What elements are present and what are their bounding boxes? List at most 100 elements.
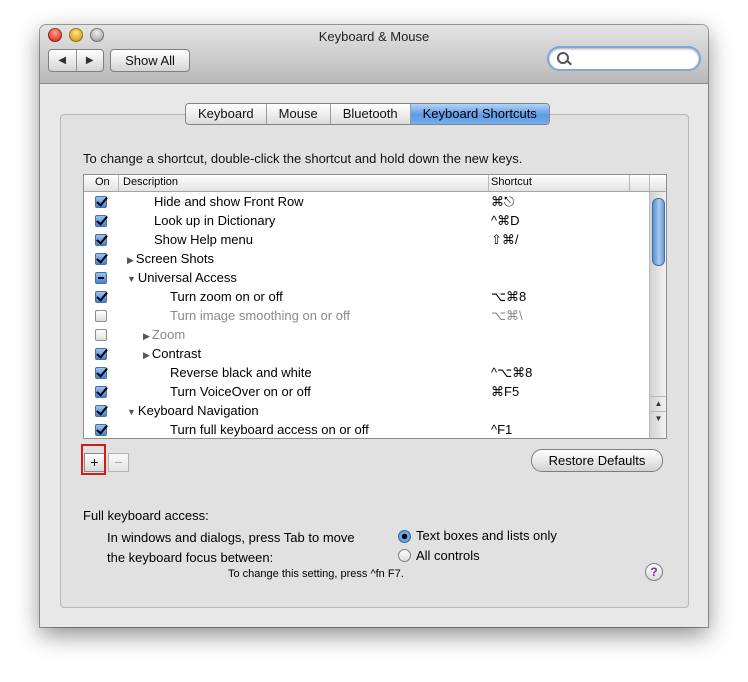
row-enabled-checkbox[interactable] bbox=[95, 348, 107, 360]
scroll-down-arrow-icon[interactable]: ▼ bbox=[650, 411, 666, 426]
window-title: Keyboard & Mouse bbox=[318, 29, 430, 44]
table-row[interactable]: Turn VoiceOver on or off ⌘F5 bbox=[84, 383, 649, 402]
search-input[interactable] bbox=[573, 50, 695, 68]
show-all-button[interactable]: Show All bbox=[110, 49, 190, 72]
table-row[interactable]: Turn full keyboard access on or off ^F1 bbox=[84, 421, 649, 438]
row-shortcut[interactable]: ^⌘D bbox=[491, 213, 520, 229]
row-enabled-checkbox[interactable] bbox=[95, 405, 107, 417]
restore-defaults-button[interactable]: Restore Defaults bbox=[531, 449, 663, 472]
table-row[interactable]: ▶ Contrast bbox=[84, 345, 649, 364]
table-header: On Description Shortcut bbox=[84, 175, 666, 192]
row-description: ▶ Contrast bbox=[143, 346, 201, 361]
disclosure-collapsed-icon[interactable]: ▶ bbox=[127, 255, 134, 265]
full-keyboard-access-label: Full keyboard access: bbox=[83, 508, 209, 523]
radio-text-boxes-lists-only[interactable] bbox=[398, 530, 411, 543]
table-row[interactable]: Turn zoom on or off ⌥⌘8 bbox=[84, 288, 649, 307]
forward-arrow-icon[interactable]: ▶ bbox=[77, 50, 104, 71]
tab-mouse[interactable]: Mouse bbox=[267, 104, 331, 124]
radio-all-controls[interactable] bbox=[398, 549, 411, 562]
remove-shortcut-button[interactable]: − bbox=[108, 453, 129, 472]
row-description: Turn full keyboard access on or off bbox=[170, 422, 369, 437]
preferences-window: Keyboard & Mouse ◀ ▶ Show All Keyboard M… bbox=[40, 25, 708, 627]
table-row[interactable]: Look up in Dictionary ^⌘D bbox=[84, 212, 649, 231]
row-enabled-checkbox[interactable] bbox=[95, 310, 107, 322]
row-enabled-checkbox[interactable] bbox=[95, 424, 107, 436]
row-shortcut[interactable]: ⌘⎋ bbox=[491, 194, 514, 210]
table-row[interactable]: Show Help menu ⇧⌘/ bbox=[84, 231, 649, 250]
row-description-text: Zoom bbox=[151, 327, 186, 342]
help-icon[interactable]: ? bbox=[645, 563, 663, 581]
column-header-on[interactable]: On bbox=[95, 176, 110, 188]
row-description-text: Screen Shots bbox=[135, 251, 214, 266]
table-row[interactable]: Reverse black and white ^⌥⌘8 bbox=[84, 364, 649, 383]
row-description-text: Keyboard Navigation bbox=[137, 403, 259, 418]
table-row[interactable]: ▼ Universal Access bbox=[84, 269, 649, 288]
table-row[interactable]: Turn image smoothing on or off ⌥⌘\ bbox=[84, 307, 649, 326]
row-enabled-checkbox[interactable] bbox=[95, 272, 107, 284]
row-enabled-checkbox[interactable] bbox=[95, 234, 107, 246]
row-enabled-checkbox[interactable] bbox=[95, 329, 107, 341]
row-description: ▶ Screen Shots bbox=[127, 251, 214, 266]
row-description: Look up in Dictionary bbox=[154, 213, 275, 228]
row-description-text: Look up in Dictionary bbox=[154, 213, 276, 228]
row-description-text: Turn image smoothing on or off bbox=[170, 308, 350, 323]
table-row[interactable]: ▶ Zoom bbox=[84, 326, 649, 345]
row-description: ▼ Universal Access bbox=[127, 270, 237, 285]
disclosure-collapsed-icon[interactable]: ▶ bbox=[143, 331, 150, 341]
scrollbar-thumb[interactable] bbox=[652, 198, 665, 266]
full-keyboard-access-description: In windows and dialogs, press Tab to mov… bbox=[107, 528, 355, 568]
row-description: ▶ Zoom bbox=[143, 327, 185, 342]
row-description-text: Turn VoiceOver on or off bbox=[170, 384, 311, 399]
tab-bluetooth[interactable]: Bluetooth bbox=[331, 104, 411, 124]
tab-keyboard-shortcuts[interactable]: Keyboard Shortcuts bbox=[410, 104, 549, 124]
table-row[interactable]: ▶ Screen Shots bbox=[84, 250, 649, 269]
row-enabled-checkbox[interactable] bbox=[95, 215, 107, 227]
row-shortcut[interactable]: ⇧⌘/ bbox=[491, 232, 519, 248]
back-arrow-icon[interactable]: ◀ bbox=[49, 50, 77, 71]
disclosure-expanded-icon[interactable]: ▼ bbox=[127, 407, 136, 417]
row-description: Hide and show Front Row bbox=[154, 194, 304, 209]
row-description-text: Turn zoom on or off bbox=[170, 289, 283, 304]
row-description: Turn VoiceOver on or off bbox=[170, 384, 311, 399]
search-field[interactable] bbox=[549, 48, 699, 69]
row-shortcut[interactable]: ^F1 bbox=[491, 422, 512, 437]
column-header-shortcut[interactable]: Shortcut bbox=[491, 176, 532, 188]
fka-description-line1: In windows and dialogs, press Tab to mov… bbox=[107, 530, 355, 545]
row-description: Turn zoom on or off bbox=[170, 289, 283, 304]
table-row[interactable]: ▼ Keyboard Navigation bbox=[84, 402, 649, 421]
shortcuts-table: On Description Shortcut Hide and show Fr… bbox=[83, 174, 667, 439]
fka-description-line2: the keyboard focus between: bbox=[107, 550, 274, 565]
row-description: ▼ Keyboard Navigation bbox=[127, 403, 259, 418]
row-enabled-checkbox[interactable] bbox=[95, 291, 107, 303]
disclosure-collapsed-icon[interactable]: ▶ bbox=[143, 350, 150, 360]
row-enabled-checkbox[interactable] bbox=[95, 196, 107, 208]
radio-label-all-controls[interactable]: All controls bbox=[416, 548, 480, 563]
row-shortcut[interactable]: ⌥⌘8 bbox=[491, 289, 526, 305]
column-header-description[interactable]: Description bbox=[123, 176, 178, 188]
row-shortcut[interactable]: ⌘F5 bbox=[491, 384, 519, 400]
row-shortcut[interactable]: ⌥⌘\ bbox=[491, 308, 523, 324]
search-icon bbox=[557, 52, 569, 64]
row-enabled-checkbox[interactable] bbox=[95, 367, 107, 379]
keyboard-access-hint: To change this setting, press ^fn F7. bbox=[228, 568, 404, 580]
row-description-text: Hide and show Front Row bbox=[154, 194, 304, 209]
tab-keyboard[interactable]: Keyboard bbox=[186, 104, 267, 124]
table-scrollbar[interactable]: ▲ ▼ bbox=[649, 192, 666, 438]
row-description-text: Contrast bbox=[151, 346, 202, 361]
row-description: Turn image smoothing on or off bbox=[170, 308, 350, 323]
row-description-text: Show Help menu bbox=[154, 232, 253, 247]
scroll-up-arrow-icon[interactable]: ▲ bbox=[650, 396, 666, 411]
radio-label-text-boxes[interactable]: Text boxes and lists only bbox=[416, 528, 557, 543]
tab-bar: Keyboard Mouse Bluetooth Keyboard Shortc… bbox=[185, 103, 550, 125]
row-description-text: Turn full keyboard access on or off bbox=[170, 422, 369, 437]
table-row[interactable]: Hide and show Front Row ⌘⎋ bbox=[84, 193, 649, 212]
disclosure-expanded-icon[interactable]: ▼ bbox=[127, 274, 136, 284]
row-description-text: Universal Access bbox=[137, 270, 237, 285]
row-enabled-checkbox[interactable] bbox=[95, 253, 107, 265]
back-forward-control: ◀ ▶ bbox=[48, 49, 104, 72]
instructions-text: To change a shortcut, double-click the s… bbox=[83, 151, 523, 166]
row-description-text: Reverse black and white bbox=[170, 365, 312, 380]
row-shortcut[interactable]: ^⌥⌘8 bbox=[491, 365, 532, 381]
row-enabled-checkbox[interactable] bbox=[95, 386, 107, 398]
row-description: Show Help menu bbox=[154, 232, 253, 247]
